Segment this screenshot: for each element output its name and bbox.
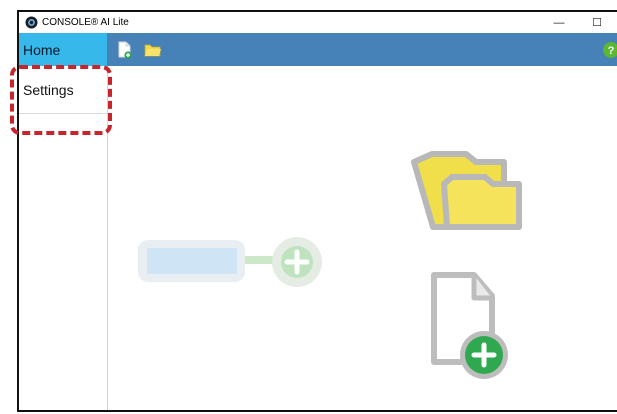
help-glyph: ?: [608, 45, 615, 57]
open-folder-icon[interactable]: [143, 40, 163, 60]
minimize-button[interactable]: —: [541, 12, 577, 33]
window-title: CONSOLE® AI Lite: [42, 17, 129, 28]
toolbar: ?: [107, 33, 617, 66]
new-project-file-icon: [431, 272, 508, 379]
sidebar-item-label: Home: [23, 41, 61, 58]
help-icon[interactable]: ?: [601, 40, 617, 60]
app-logo-icon: [25, 16, 38, 29]
new-file-icon[interactable]: [115, 40, 135, 60]
settings-highlight-callout: [10, 65, 112, 135]
maximize-button[interactable]: ☐: [579, 12, 615, 33]
add-input-node-graphic: [138, 237, 322, 287]
title-bar: CONSOLE® AI Lite — ☐: [19, 12, 617, 33]
sidebar-item-home[interactable]: Home: [19, 33, 107, 66]
open-project-folder-icon: [411, 151, 522, 230]
